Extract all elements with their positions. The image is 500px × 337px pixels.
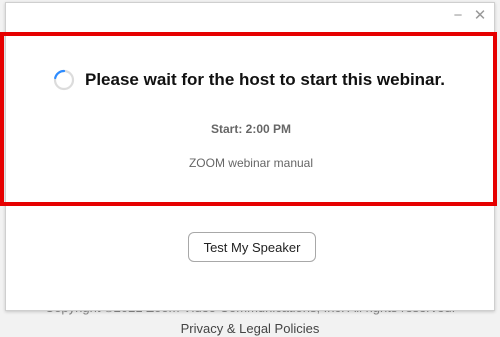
- webinar-manual-link[interactable]: ZOOM webinar manual: [6, 156, 496, 170]
- close-icon[interactable]: ✕: [472, 7, 488, 25]
- privacy-legal-link[interactable]: Privacy & Legal Policies: [0, 321, 500, 336]
- test-speaker-button[interactable]: Test My Speaker: [188, 232, 316, 262]
- start-time: Start: 2:00 PM: [210, 122, 292, 136]
- webinar-waiting-dialog: − ✕ Please wait for the host to start th…: [0, 2, 497, 311]
- page: Copyright ©2021 Zoom Video Communication…: [0, 0, 500, 337]
- minimize-icon[interactable]: −: [450, 7, 466, 25]
- wait-message: Please wait for the host to start this w…: [85, 70, 445, 89]
- wait-message-row: Please wait for the host to start this w…: [53, 69, 445, 91]
- highlight-frame: [0, 32, 497, 206]
- window-controls: − ✕: [450, 7, 488, 25]
- loading-spinner-icon: [53, 69, 75, 91]
